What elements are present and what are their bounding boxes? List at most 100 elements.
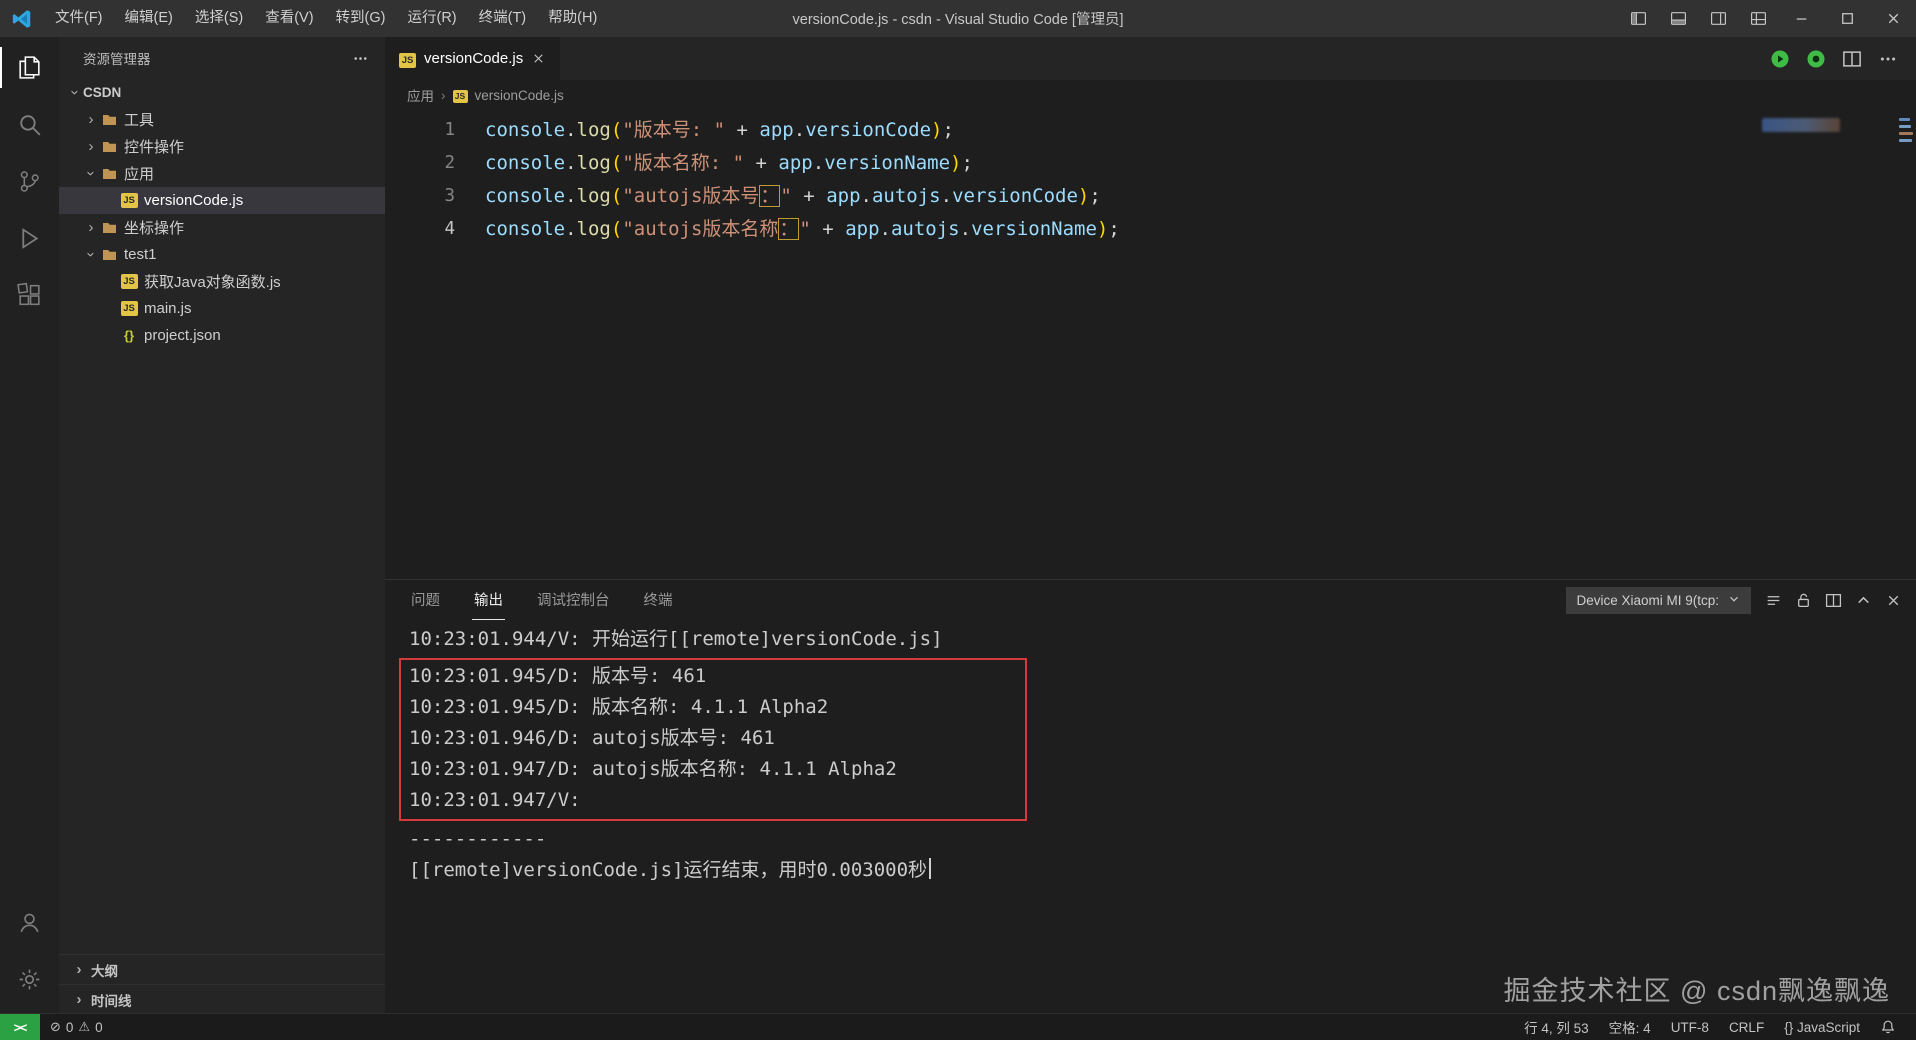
tree-item[interactable]: JSversionCode.js [59,187,385,214]
menu-item[interactable]: 编辑(E) [114,0,184,37]
status-item[interactable]: UTF-8 [1661,1014,1719,1040]
tree-item[interactable]: JSmain.js [59,295,385,322]
tree-item[interactable]: › 控件操作 [59,133,385,160]
sidebar-section-outline[interactable]: ›大纲 [59,954,385,984]
breadcrumb-file[interactable]: versionCode.js [475,88,564,103]
folder-icon [99,166,119,182]
status-left: >< ⊘ 0 ⚠ 0 [0,1014,113,1040]
activity-source-control[interactable] [0,153,59,210]
output-line: 10:23:01.945/D: 版本名称: 4.1.1 Alpha2 [409,692,1009,723]
js-file-icon: JS [119,274,139,289]
output-content[interactable]: 10:23:01.944/V: 开始运行[[remote]versionCode… [385,620,1916,1014]
menu-item[interactable]: 运行(R) [396,0,467,37]
run-script-icon[interactable] [1770,49,1790,69]
maximize-icon[interactable] [1824,0,1870,37]
device-selector-label: Device Xiaomi MI 9(tcp: [1576,593,1719,608]
status-item[interactable]: {} JavaScript [1774,1014,1870,1040]
menu-item[interactable]: 查看(V) [254,0,324,37]
tree-item[interactable]: ›应用 [59,160,385,187]
remote-indicator[interactable]: >< [0,1014,40,1040]
tree-item-label: 工具 [124,109,154,130]
tree-item[interactable]: {}project.json [59,322,385,349]
panel-actions [1765,592,1902,609]
js-file-icon: JS [119,193,139,208]
tree-item[interactable]: ›test1 [59,241,385,268]
device-selector[interactable]: Device Xiaomi MI 9(tcp: [1566,587,1751,614]
menu-item[interactable]: 选择(S) [184,0,254,37]
activity-settings[interactable] [0,951,59,1008]
tree-item-label: 坐标操作 [124,217,184,238]
status-item[interactable]: 行 4, 列 53 [1514,1014,1599,1040]
vscode-logo-icon [0,8,44,30]
menu-item[interactable]: 帮助(H) [537,0,608,37]
activity-extensions[interactable] [0,267,59,324]
chevron-icon: › [83,219,99,236]
tree-item[interactable]: › 工具 [59,106,385,133]
close-panel-icon[interactable] [1885,592,1902,609]
code-lines: 1console.log("版本号: " + app.versionCode);… [385,114,1916,246]
output-line: 10:23:01.947/V: [409,785,1009,816]
chevron-icon: › [71,991,87,1008]
chevron-down-icon [1727,592,1741,609]
chevron-icon: › [83,111,99,128]
status-item[interactable]: 空格: 4 [1599,1014,1661,1040]
folder-icon [99,139,119,155]
layout-customize-icon[interactable] [1738,0,1778,37]
chevron-icon: › [83,166,100,182]
community-watermark: 掘金技术社区 @ csdn飘逸飘逸 [1504,969,1890,1008]
code-text: console.log("autojs版本号：" + app.autojs.ve… [455,180,1101,213]
sidebar-section-timeline[interactable]: ›时间线 [59,984,385,1014]
minimap-line [1899,118,1910,121]
warning-icon: ⚠ [78,1019,90,1035]
menu-item[interactable]: 转到(G) [325,0,397,37]
activity-account[interactable] [0,894,59,951]
output-lines-icon[interactable] [1765,592,1782,609]
split-panel-icon[interactable] [1825,592,1842,609]
panel-header: 问题输出调试控制台终端 Device Xiaomi MI 9(tcp: [385,580,1916,620]
unlock-icon[interactable] [1795,592,1812,609]
tree-item-label: main.js [144,300,192,317]
close-tab-icon[interactable] [531,51,546,66]
more-actions-icon[interactable] [352,50,369,67]
explorer-title: 资源管理器 [83,48,151,68]
minimap[interactable] [1898,114,1914,264]
status-item[interactable]: CRLF [1719,1014,1774,1040]
panel-tab[interactable]: 调试控制台 [535,580,612,620]
tree-item-label: 控件操作 [124,136,184,157]
tree-item[interactable]: ›CSDN [59,79,385,106]
panel-tab[interactable]: 问题 [409,580,442,620]
tree-item[interactable]: › 坐标操作 [59,214,385,241]
panel-tab[interactable]: 终端 [642,580,675,620]
editor-watermark [1762,118,1840,132]
warning-count: 0 [95,1020,103,1035]
panel-tab[interactable]: 输出 [472,580,505,620]
activity-run-debug[interactable] [0,210,59,267]
problems-status[interactable]: ⊘ 0 ⚠ 0 [40,1014,113,1040]
close-icon[interactable] [1870,0,1916,37]
tab-versioncode-js[interactable]: JS versionCode.js [385,37,560,80]
split-editor-icon[interactable] [1842,49,1862,69]
menu-item[interactable]: 文件(F) [44,0,114,37]
code-line: 1console.log("版本号: " + app.versionCode); [385,114,1916,147]
layout-panel-icon[interactable] [1658,0,1698,37]
output-line: 10:23:01.944/V: 开始运行[[remote]versionCode… [409,624,1916,655]
panel-actions-wrap: Device Xiaomi MI 9(tcp: [1566,587,1902,614]
more-actions-icon[interactable] [1878,49,1898,69]
code-text: console.log("版本号: " + app.versionCode); [455,114,954,147]
code-editor[interactable]: 1console.log("版本号: " + app.versionCode);… [385,110,1916,579]
extensions-icon [15,281,44,310]
maximize-panel-icon[interactable] [1855,592,1872,609]
activity-search[interactable] [0,96,59,153]
minimize-icon[interactable] [1778,0,1824,37]
menu-item[interactable]: 终端(T) [468,0,538,37]
layout-secondary-sidebar-icon[interactable] [1698,0,1738,37]
line-number: 1 [385,114,455,147]
layout-sidebar-icon[interactable] [1618,0,1658,37]
chevron-icon: › [83,138,99,155]
text-cursor [929,858,931,879]
rerun-script-icon[interactable] [1806,49,1826,69]
bell-icon[interactable] [1870,1014,1906,1040]
tree-item[interactable]: JS获取Java对象函数.js [59,268,385,295]
activity-explorer[interactable] [0,39,59,96]
breadcrumb-folder[interactable]: 应用 [407,85,434,105]
